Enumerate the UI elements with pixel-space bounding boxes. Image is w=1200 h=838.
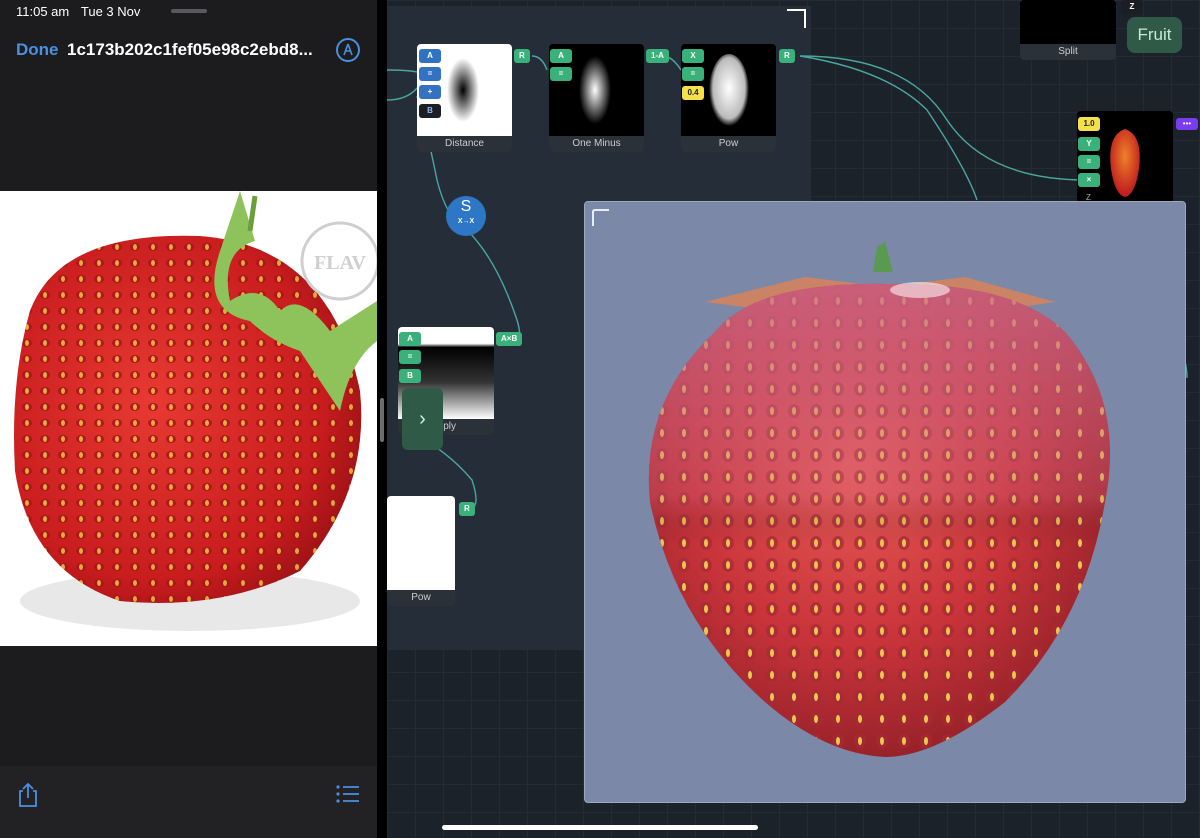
pow-top-input-eq[interactable]: = — [682, 67, 704, 81]
pow-bottom-title: Pow — [387, 590, 455, 606]
split-node[interactable]: Split — [1020, 0, 1116, 60]
expand-chevron-icon[interactable]: › — [402, 388, 443, 450]
pow-bottom-output[interactable]: R — [459, 502, 475, 516]
svg-text:FLAV: FLAV — [314, 252, 366, 274]
share-icon[interactable] — [17, 782, 39, 808]
fruit-button[interactable]: Fruit — [1127, 17, 1182, 53]
home-indicator[interactable] — [442, 825, 758, 830]
split-input-z[interactable]: Z — [1121, 0, 1143, 14]
swizzle-node[interactable]: S X→X — [446, 196, 486, 236]
status-date: Tue 3 Nov — [80, 4, 141, 19]
list-icon[interactable] — [336, 784, 360, 804]
multiply-input-a[interactable]: A — [399, 332, 421, 346]
status-time: 11:05 am — [16, 4, 70, 19]
distance-input-b[interactable]: B — [419, 104, 441, 118]
distance-output[interactable]: R — [514, 49, 530, 63]
pow-top-output[interactable]: R — [779, 49, 795, 63]
combine-input-eq[interactable]: = — [1078, 155, 1100, 169]
distance-input-plus[interactable]: + — [419, 85, 441, 99]
split-title: Split — [1020, 44, 1116, 60]
multiply-input-b[interactable]: B — [399, 369, 421, 383]
pow-top-input-x[interactable]: X — [682, 49, 704, 63]
done-button[interactable]: Done — [16, 40, 59, 60]
combine-input-w[interactable]: 1.0 — [1078, 117, 1100, 131]
split-view-handle[interactable] — [380, 398, 384, 442]
pow-top-exponent[interactable]: 0.4 — [682, 86, 704, 100]
combine-input-y[interactable]: Y — [1078, 137, 1100, 151]
more-icon[interactable]: ••• — [1176, 118, 1198, 130]
swizzle-label: X→X — [457, 218, 475, 225]
split-preview — [1020, 0, 1116, 44]
file-title: 1c173b202c1fef05e98c2ebd8... — [67, 40, 313, 59]
status-bar: 11:05 am Tue 3 Nov — [16, 4, 140, 19]
one-minus-output[interactable]: 1-A — [646, 49, 669, 63]
combine-input-mul[interactable]: × — [1078, 173, 1100, 187]
one-minus-title: One Minus — [549, 136, 644, 152]
swizzle-icon: S — [460, 198, 472, 215]
strawberry-photo: FLAV — [0, 191, 377, 646]
viewer-toolbar — [0, 766, 377, 838]
distance-input-eq[interactable]: = — [419, 67, 441, 81]
multiply-output[interactable]: A×B — [496, 332, 523, 346]
multiply-input-eq[interactable]: = — [399, 350, 421, 364]
3d-preview-viewport[interactable] — [584, 201, 1186, 803]
pow-top-title: Pow — [681, 136, 776, 152]
markup-icon[interactable] — [336, 38, 360, 62]
one-minus-input-a[interactable]: A — [550, 49, 572, 63]
file-viewer-pane: 11:05 am Tue 3 Nov Done 1c173b202c1fef05… — [0, 0, 377, 838]
one-minus-input-eq[interactable]: = — [550, 67, 572, 81]
multitask-grabber[interactable] — [171, 9, 207, 13]
distance-title: Distance — [417, 136, 512, 152]
viewport-corner-icon — [592, 209, 609, 226]
pow-bottom-preview — [387, 496, 455, 590]
viewer-header: Done 1c173b202c1fef05e98c2ebd8... — [0, 36, 377, 64]
distance-input-a[interactable]: A — [419, 49, 441, 63]
pow-bottom-node[interactable]: Pow — [387, 496, 455, 606]
